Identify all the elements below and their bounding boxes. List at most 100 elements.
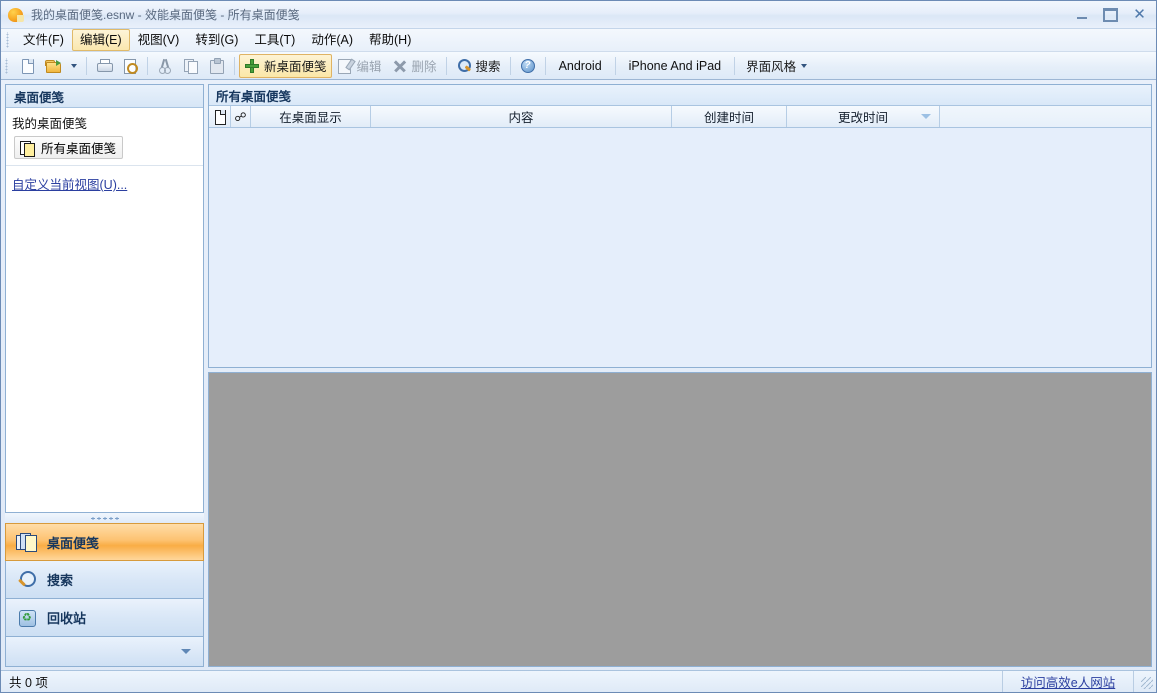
copy-icon — [183, 58, 199, 74]
paste-button[interactable] — [204, 54, 230, 78]
menu-item-tools[interactable]: 工具(T) — [246, 29, 303, 51]
sidebar-item-label: 回收站 — [47, 608, 86, 627]
print-button[interactable] — [91, 54, 117, 78]
delete-note-label: 删除 — [412, 56, 437, 75]
menu-item-help[interactable]: 帮助(H) — [361, 29, 419, 51]
search-button[interactable]: 搜索 — [451, 54, 506, 78]
toolbar-separator — [615, 57, 616, 75]
open-folder-icon — [45, 58, 61, 74]
search-icon — [456, 58, 472, 74]
list-column-header: ☍ 在桌面显示 内容 创建时间 更改时间 — [209, 106, 1151, 128]
document-icon — [214, 110, 226, 124]
menu-item-actions[interactable]: 动作(A) — [303, 29, 361, 51]
toolbar-separator — [545, 57, 546, 75]
attachment-clip-icon: ☍ — [234, 110, 246, 124]
skin-style-button[interactable]: 界面风格 — [739, 54, 812, 78]
open-file-dropdown[interactable] — [66, 54, 82, 78]
window-controls: ✕ — [1067, 5, 1154, 25]
folder-tree: 所有桌面便笺 — [6, 136, 203, 159]
resize-grip-icon[interactable] — [1134, 671, 1156, 692]
android-button[interactable]: Android — [550, 54, 611, 78]
sidebar-item-desktop-notes[interactable]: 桌面便笺 — [5, 523, 204, 561]
notes-list-panel: 所有桌面便笺 ☍ 在桌面显示 内容 创建时间 更改时间 — [208, 84, 1152, 368]
nav-section-label: 我的桌面便笺 — [6, 108, 203, 136]
notes-list-body[interactable] — [209, 128, 1151, 367]
copy-button[interactable] — [178, 54, 204, 78]
new-note-label: 新桌面便笺 — [264, 56, 327, 75]
splitter-grip-icon — [90, 517, 120, 520]
search-icon — [16, 570, 38, 590]
nav-button-bar: 桌面便笺 搜索 ♻ 回收站 — [5, 523, 204, 667]
menu-item-view[interactable]: 视图(V) — [130, 29, 188, 51]
customize-view-link[interactable]: 自定义当前视图(U)... — [6, 166, 203, 197]
open-file-button[interactable] — [40, 54, 66, 78]
notes-stack-icon — [16, 532, 38, 552]
skin-style-label: 界面风格 — [746, 56, 796, 75]
column-header-modified-time[interactable]: 更改时间 — [787, 106, 940, 127]
window-title: 我的桌面便笺.esnw - 效能桌面便笺 - 所有桌面便笺 — [31, 6, 1067, 23]
print-preview-icon — [122, 58, 138, 74]
menu-item-edit[interactable]: 编辑(E) — [72, 29, 130, 51]
close-x-icon — [392, 58, 408, 74]
nav-expand-button[interactable] — [5, 637, 204, 667]
maximize-button[interactable] — [1096, 5, 1125, 25]
nav-panel-header: 桌面便笺 — [6, 85, 203, 108]
note-preview-pane[interactable] — [208, 372, 1152, 667]
body-area: 桌面便笺 我的桌面便笺 所有桌面便笺 自定义当前视图(U)... — [1, 80, 1156, 667]
minimize-button[interactable] — [1067, 5, 1096, 25]
column-header-attachment[interactable]: ☍ — [231, 106, 251, 127]
paste-icon — [209, 58, 225, 74]
close-button[interactable]: ✕ — [1125, 5, 1154, 25]
column-header-filler — [940, 106, 1151, 127]
help-icon: ? — [520, 58, 536, 74]
new-document-icon — [19, 58, 35, 74]
chevron-down-icon — [801, 64, 807, 68]
column-header-document[interactable] — [209, 106, 231, 127]
sidebar-item-recycle-bin[interactable]: ♻ 回收站 — [5, 599, 204, 637]
content-pane: 所有桌面便笺 ☍ 在桌面显示 内容 创建时间 更改时间 — [208, 84, 1152, 667]
new-file-button[interactable] — [14, 54, 40, 78]
menu-drag-grip[interactable] — [5, 32, 11, 48]
status-bar: 共 0 项 访问高效e人网站 — [1, 670, 1156, 692]
column-header-show-on-desktop[interactable]: 在桌面显示 — [251, 106, 371, 127]
main-toolbar: 新桌面便笺 编辑 删除 搜索 ? Android iPhone And iPad… — [1, 52, 1156, 80]
toolbar-separator — [147, 57, 148, 75]
iphone-ipad-button[interactable]: iPhone And iPad — [620, 54, 730, 78]
sidebar-item-all-notes[interactable]: 所有桌面便笺 — [14, 136, 123, 159]
print-preview-button[interactable] — [117, 54, 143, 78]
nav-splitter[interactable] — [5, 513, 204, 523]
status-site-link[interactable]: 访问高效e人网站 — [1003, 671, 1134, 692]
toolbar-separator — [86, 57, 87, 75]
menu-item-goto[interactable]: 转到(G) — [187, 29, 246, 51]
sidebar-item-search[interactable]: 搜索 — [5, 561, 204, 599]
status-item-count: 共 0 项 — [1, 671, 1003, 692]
column-header-created-time[interactable]: 创建时间 — [672, 106, 787, 127]
search-label: 搜索 — [476, 56, 501, 75]
toolbar-drag-grip[interactable] — [4, 58, 10, 74]
title-bar: 我的桌面便笺.esnw - 效能桌面便笺 - 所有桌面便笺 ✕ — [1, 1, 1156, 29]
plus-icon — [244, 58, 260, 74]
navigation-pane: 桌面便笺 我的桌面便笺 所有桌面便笺 自定义当前视图(U)... — [5, 84, 204, 667]
menu-item-file[interactable]: 文件(F) — [15, 29, 72, 51]
print-icon — [96, 58, 112, 74]
sidebar-item-label: 桌面便笺 — [47, 533, 99, 552]
sidebar-item-label: 所有桌面便笺 — [41, 138, 116, 157]
edit-note-button[interactable]: 编辑 — [332, 54, 387, 78]
notes-icon — [19, 140, 35, 156]
recycle-bin-icon: ♻ — [16, 608, 38, 628]
cut-icon — [157, 58, 173, 74]
toolbar-separator — [510, 57, 511, 75]
menu-bar: 文件(F) 编辑(E) 视图(V) 转到(G) 工具(T) 动作(A) 帮助(H… — [1, 29, 1156, 52]
folder-tree-panel: 桌面便笺 我的桌面便笺 所有桌面便笺 自定义当前视图(U)... — [5, 84, 204, 513]
new-note-button[interactable]: 新桌面便笺 — [239, 54, 332, 78]
delete-note-button[interactable]: 删除 — [387, 54, 442, 78]
edit-note-label: 编辑 — [357, 56, 382, 75]
help-button[interactable]: ? — [515, 54, 541, 78]
sticky-note-app-icon — [8, 7, 24, 23]
application-window: 我的桌面便笺.esnw - 效能桌面便笺 - 所有桌面便笺 ✕ 文件(F) 编辑… — [0, 0, 1157, 693]
toolbar-separator — [446, 57, 447, 75]
sidebar-item-label: 搜索 — [47, 570, 73, 589]
cut-button[interactable] — [152, 54, 178, 78]
column-header-content[interactable]: 内容 — [371, 106, 672, 127]
chevron-down-icon — [181, 649, 191, 654]
